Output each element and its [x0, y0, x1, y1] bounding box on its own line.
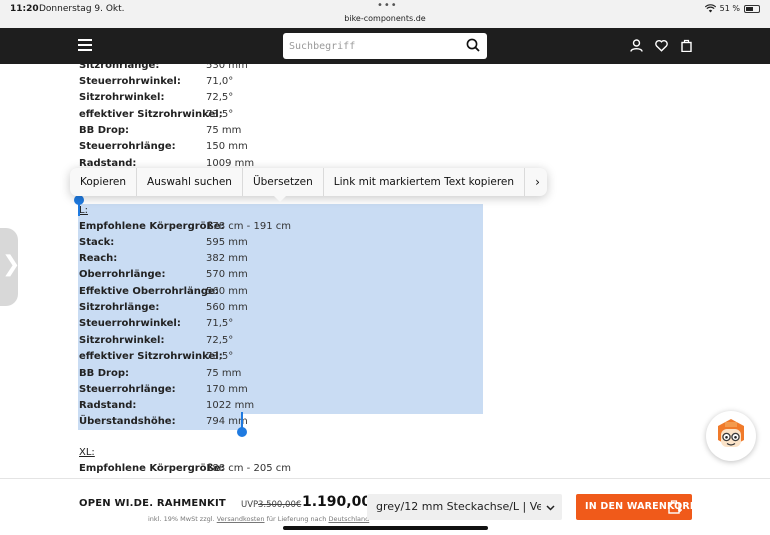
spec-label: effektiver Sitzrohrwinkel:: [79, 351, 223, 362]
spec-label: Sitzrohrlänge:: [79, 64, 160, 71]
add-to-cart-button[interactable]: IN DEN WARENKORB: [576, 494, 697, 520]
search-box[interactable]: [283, 33, 487, 59]
delivery-country-link[interactable]: Deutschland: [328, 515, 369, 523]
text-context-menu: Kopieren Auswahl suchen Übersetzen Link …: [70, 168, 548, 196]
spec-value: 530 mm: [206, 64, 248, 71]
menu-item-translate[interactable]: Übersetzen: [243, 168, 324, 196]
menu-more-chevron-icon[interactable]: ›: [525, 168, 547, 196]
add-to-cart-icon: [668, 500, 682, 514]
uvp-original-price: 3.500,00€: [258, 500, 302, 510]
variant-select[interactable]: grey/12 mm Steckachse/L | Versa…: [367, 494, 562, 520]
variant-selected-value: grey/12 mm Steckachse/L | Versa…: [376, 500, 541, 513]
site-header: [0, 28, 770, 64]
product-description[interactable]: Sitzrohrlänge: 530 mm Steuerrohrwinkel: 71…: [0, 64, 770, 478]
chat-assistant-button[interactable]: [706, 411, 756, 461]
uvp-label: UVP: [241, 500, 259, 510]
shipping-costs-link[interactable]: Versandkosten: [217, 515, 265, 523]
spec-value: 1022 mm: [206, 400, 255, 411]
chevron-right-icon: ❯: [2, 252, 21, 277]
spec-value: 72,5°: [206, 92, 234, 103]
selection-end-handle[interactable]: [237, 427, 247, 437]
spec-label: Reach:: [79, 253, 118, 264]
spec-label: Sitzrohrwinkel:: [79, 92, 165, 103]
home-indicator[interactable]: [283, 526, 488, 530]
spec-label: Steuerrohrwinkel:: [79, 76, 181, 87]
spec-label: Empfohlene Körpergröße:: [79, 463, 225, 474]
tax-note: inkl. 19% MwSt zzgl. Versandkosten für L…: [148, 515, 369, 523]
spec-value: 188 cm - 205 cm: [206, 463, 291, 474]
product-name: OPEN WI.DE. RAHMENKIT: [79, 498, 226, 509]
menu-item-lookup[interactable]: Auswahl suchen: [137, 168, 243, 196]
spec-value: 71,0°: [206, 76, 234, 87]
spec-label: Sitzrohrlänge:: [79, 302, 160, 313]
spec-label: Sitzrohrwinkel:: [79, 335, 165, 346]
chat-bot-icon: [718, 419, 744, 447]
spec-label: Radstand:: [79, 400, 137, 411]
battery-percent: 51 %: [719, 4, 740, 13]
status-time: 11:20: [10, 4, 39, 14]
menu-icon[interactable]: [78, 39, 92, 51]
spec-value: 72,5°: [206, 335, 234, 346]
spec-label: Oberrohrlänge:: [79, 269, 166, 280]
spec-label: BB Drop:: [79, 125, 129, 136]
chevron-down-icon: [546, 505, 555, 511]
multitasking-dots[interactable]: •••: [377, 0, 398, 11]
spec-value: 560 mm: [206, 302, 248, 313]
spec-value: 595 mm: [206, 237, 248, 248]
selection-start-handle[interactable]: [74, 195, 84, 205]
spec-label: Empfohlene Körpergröße:: [79, 221, 225, 232]
address-bar-url[interactable]: bike-components.de: [0, 14, 770, 23]
spec-value: 71,5°: [206, 318, 234, 329]
menu-item-copy-link-with-text[interactable]: Link mit markiertem Text kopieren: [324, 168, 526, 196]
status-bar: 11:20 Donnerstag 9. Okt. ••• bike-compon…: [0, 0, 770, 28]
spec-value: 382 mm: [206, 253, 248, 264]
spec-label: Steuerrohrwinkel:: [79, 318, 181, 329]
battery-icon: [744, 4, 760, 13]
menu-item-copy[interactable]: Kopieren: [70, 168, 138, 196]
context-menu-pointer: [274, 196, 286, 202]
status-indicators: 51 %: [704, 4, 760, 13]
spec-value: 150 mm: [206, 141, 248, 152]
spec-value: 73,5°: [206, 109, 234, 120]
wifi-icon: [704, 4, 716, 13]
wishlist-heart-icon[interactable]: [655, 39, 668, 52]
search-icon[interactable]: [466, 38, 480, 52]
account-icon[interactable]: [630, 39, 643, 52]
spec-label: Stack:: [79, 237, 115, 248]
status-date: Donnerstag 9. Okt.: [39, 4, 125, 14]
size-heading-xl: XL:: [79, 447, 95, 458]
spec-value: 560 mm: [206, 286, 248, 297]
spec-label: Überstandshöhe:: [79, 416, 176, 427]
spec-value: 73,5°: [206, 351, 234, 362]
spec-value: 170 mm: [206, 384, 248, 395]
header-actions: [630, 39, 693, 52]
spec-label: Steuerrohrlänge:: [79, 141, 176, 152]
search-input[interactable]: [289, 37, 459, 55]
spec-value: 178 cm - 191 cm: [206, 221, 291, 232]
spec-value: 570 mm: [206, 269, 248, 280]
spec-value: 75 mm: [206, 368, 242, 379]
spec-label: BB Drop:: [79, 368, 129, 379]
spec-label: Effektive Oberrohrlänge:: [79, 286, 219, 297]
tax-note-middle: für Lieferung nach: [266, 515, 327, 523]
shopping-bag-icon[interactable]: [680, 39, 693, 52]
side-panel-tab[interactable]: ❯: [0, 228, 21, 306]
spec-value: 75 mm: [206, 125, 242, 136]
size-heading-l: L:: [79, 205, 88, 216]
tax-note-prefix: inkl. 19% MwSt zzgl.: [148, 515, 215, 523]
selection-end-handle-stem[interactable]: [241, 412, 243, 428]
spec-label: Steuerrohrlänge:: [79, 384, 176, 395]
spec-label: effektiver Sitzrohrwinkel:: [79, 109, 223, 120]
